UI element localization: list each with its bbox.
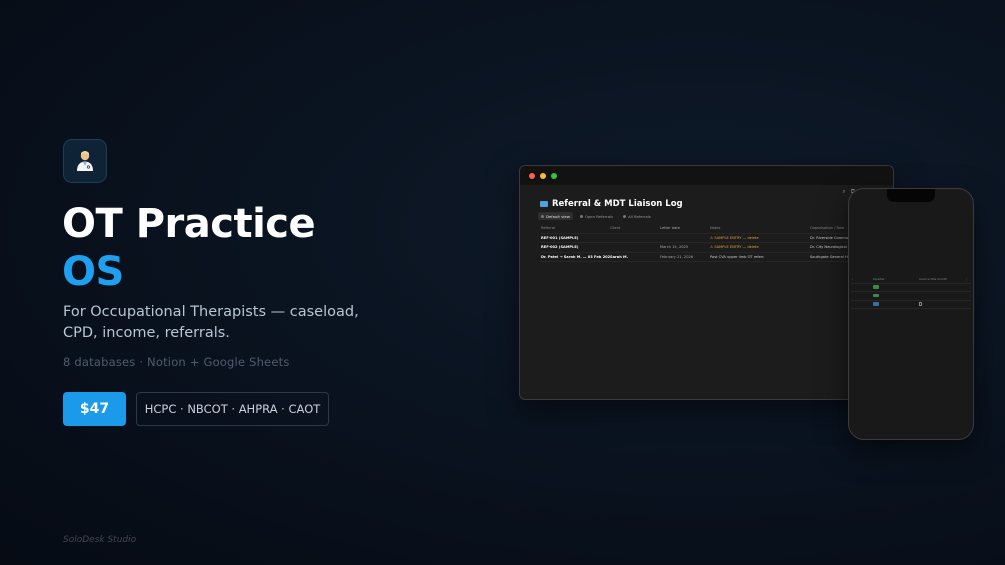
folder-icon [540,201,548,207]
column-header[interactable]: Client [610,226,660,230]
more-columns-icon[interactable]: ⋮ [965,277,971,281]
desktop-window-mock: ⌕ ⧉ Referral & MDT Liaison Log Default v… [519,165,894,400]
referral-cell: Dr. Patel → Sarah M. — 03 Feb 2026 [541,254,610,259]
letter-date-cell: February 21, 2026 [660,254,694,259]
doctor-emoji-icon [77,151,93,171]
column-header[interactable]: Invoice this month [919,277,965,281]
notes-cell: ⚠ SAMPLE ENTRY — delete [710,235,759,240]
quarter-cell [873,302,919,307]
tab-label: Default view [546,213,570,219]
tab-default-view[interactable]: Default view [538,212,573,220]
table-row[interactable] [851,292,971,301]
column-header[interactable]: Referral [540,226,610,230]
view-icon [579,214,583,218]
column-header[interactable]: Notes [710,226,810,230]
table-row[interactable] [851,284,971,292]
quarter-cell [873,285,919,290]
logo-tile [63,139,107,183]
tab-label: All Referrals [628,213,651,219]
notes-cell: Post CVA upper limb OT referr. [710,254,765,259]
document-icon [919,301,922,306]
column-header[interactable]: Quarter [873,277,919,281]
database-title-text: Referral & MDT Liaison Log [552,199,683,209]
view-icon [623,214,627,218]
row-handle-icon: ‹ [852,276,854,281]
invoice-cell [919,301,965,307]
title-line-2: OS [62,249,124,295]
table-header-row: Referral Client Letter date Notes Organi… [540,224,885,234]
phone-mock: ‹ Quarter Invoice this month ⋮ [848,188,974,440]
tab-all-referrals[interactable]: All Referrals [620,212,654,220]
minimize-dot-icon[interactable] [540,172,546,179]
quarter-badge [873,285,879,289]
notes-cell: ⚠ SAMPLE ENTRY — delete [710,245,759,250]
view-icon [541,214,544,218]
standards-badge[interactable]: HCPC · NBCOT · AHPRA · CAOT [136,392,329,426]
window-titlebar [520,166,893,185]
referral-cell: REF-002 (SAMPLE) [541,245,579,250]
table-row[interactable]: REF-002 (SAMPLE) March 15, 2025 ⚠ SAMPLE… [540,243,885,253]
table-row[interactable] [851,301,971,309]
referral-cell: REF-001 (SAMPLE) [541,235,579,240]
phone-notch [887,189,935,202]
table-row[interactable]: REF-001 (SAMPLE) ⚠ SAMPLE ENTRY — delete… [540,234,885,243]
column-header[interactable]: Letter date [660,226,710,230]
view-tabs: Default view Open Referrals All Referral… [538,212,654,220]
studio-credit: SoloDesk Studio [63,535,137,545]
tab-open-referrals[interactable]: Open Referrals [577,212,616,220]
meta-text: 8 databases · Notion + Google Sheets [63,355,290,369]
letter-date-cell: March 15, 2025 [660,245,689,250]
table-header-row: ‹ Quarter Invoice this month ⋮ [851,275,971,284]
title-line-1: OT Practice [62,201,316,247]
maximize-dot-icon[interactable] [551,172,557,179]
hero-title: OT Practice OS [62,200,316,296]
price-button[interactable]: $47 [63,392,126,426]
quarter-badge [873,293,879,297]
database-title: Referral & MDT Liaison Log [540,199,683,209]
referral-table: Referral Client Letter date Notes Organi… [540,224,885,262]
tab-label: Open Referrals [584,213,614,219]
table-row[interactable]: Dr. Patel → Sarah M. — 03 Feb 2026 Sarah… [540,253,885,262]
search-icon[interactable]: ⌕ [842,188,845,196]
client-cell: Sarah M. [610,254,628,259]
quarter-table: ‹ Quarter Invoice this month ⋮ [851,275,971,309]
quarter-badge [873,302,879,306]
tagline: For Occupational Therapists — caseload, … [63,304,359,341]
close-dot-icon[interactable] [529,172,535,179]
quarter-cell [873,293,919,299]
